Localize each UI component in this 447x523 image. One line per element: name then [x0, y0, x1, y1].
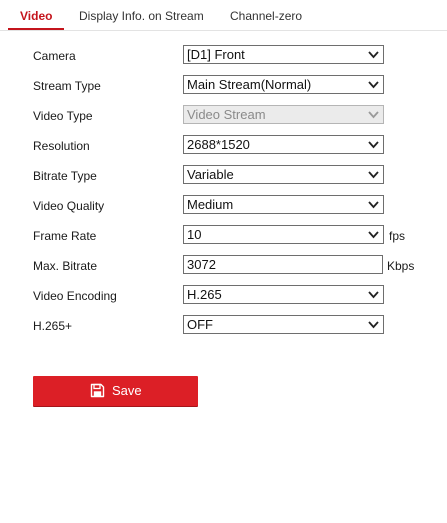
- video-type-label: Video Type: [33, 109, 93, 123]
- max-bitrate-input[interactable]: 3072: [183, 255, 383, 274]
- bitrate-type-row: Bitrate Type Variable: [0, 161, 447, 191]
- save-button-label: Save: [112, 383, 142, 398]
- max-bitrate-row: Max. Bitrate 3072 Kbps: [0, 251, 447, 281]
- tab-bar: Video Display Info. on Stream Channel-ze…: [0, 0, 447, 31]
- h265-plus-label: H.265+: [33, 319, 73, 333]
- video-quality-label: Video Quality: [33, 199, 105, 213]
- video-encoding-row: Video Encoding H.265: [0, 281, 447, 311]
- save-icon: [90, 383, 105, 398]
- chevron-down-icon: [368, 141, 379, 149]
- video-encoding-select[interactable]: H.265: [183, 285, 384, 304]
- bitrate-type-select-value: Variable: [187, 167, 234, 182]
- video-type-select: Video Stream: [183, 105, 384, 124]
- camera-label: Camera: [33, 49, 76, 63]
- max-bitrate-label: Max. Bitrate: [33, 259, 98, 273]
- h265-plus-row: H.265+ OFF: [0, 311, 447, 341]
- resolution-label: Resolution: [33, 139, 90, 153]
- chevron-down-icon: [368, 231, 379, 239]
- video-type-row: Video Type Video Stream: [0, 101, 447, 131]
- chevron-down-icon: [368, 201, 379, 209]
- camera-select-value: [D1] Front: [187, 47, 245, 62]
- camera-row: Camera [D1] Front: [0, 41, 447, 71]
- stream-type-select-value: Main Stream(Normal): [187, 77, 312, 92]
- stream-type-label: Stream Type: [33, 79, 101, 93]
- frame-rate-select[interactable]: 10: [183, 225, 384, 244]
- frame-rate-row: Frame Rate 10 fps: [0, 221, 447, 251]
- max-bitrate-unit: Kbps: [387, 259, 415, 273]
- frame-rate-unit: fps: [389, 229, 406, 243]
- resolution-select-value: 2688*1520: [187, 137, 250, 152]
- stream-type-row: Stream Type Main Stream(Normal): [0, 71, 447, 101]
- resolution-select[interactable]: 2688*1520: [183, 135, 384, 154]
- resolution-row: Resolution 2688*1520: [0, 131, 447, 161]
- video-type-select-value: Video Stream: [187, 107, 266, 122]
- save-button[interactable]: Save: [33, 376, 198, 406]
- video-quality-select[interactable]: Medium: [183, 195, 384, 214]
- video-encoding-select-value: H.265: [187, 287, 222, 302]
- chevron-down-icon: [368, 321, 379, 329]
- camera-select[interactable]: [D1] Front: [183, 45, 384, 64]
- frame-rate-label: Frame Rate: [33, 229, 97, 243]
- bitrate-type-select[interactable]: Variable: [183, 165, 384, 184]
- chevron-down-icon: [368, 291, 379, 299]
- h265-plus-select[interactable]: OFF: [183, 315, 384, 334]
- max-bitrate-input-value: 3072: [187, 257, 216, 272]
- tab-video[interactable]: Video: [20, 9, 52, 23]
- tab-channel-zero[interactable]: Channel-zero: [230, 9, 302, 23]
- h265-plus-select-value: OFF: [187, 317, 213, 332]
- active-tab-indicator: [8, 28, 64, 30]
- chevron-down-icon: [368, 111, 379, 119]
- video-quality-select-value: Medium: [187, 197, 234, 212]
- tab-display-info-on-stream[interactable]: Display Info. on Stream: [79, 9, 204, 23]
- stream-type-select[interactable]: Main Stream(Normal): [183, 75, 384, 94]
- bitrate-type-label: Bitrate Type: [33, 169, 97, 183]
- video-encoding-label: Video Encoding: [33, 289, 117, 303]
- chevron-down-icon: [368, 171, 379, 179]
- frame-rate-select-value: 10: [187, 227, 202, 242]
- video-quality-row: Video Quality Medium: [0, 191, 447, 221]
- chevron-down-icon: [368, 81, 379, 89]
- chevron-down-icon: [368, 51, 379, 59]
